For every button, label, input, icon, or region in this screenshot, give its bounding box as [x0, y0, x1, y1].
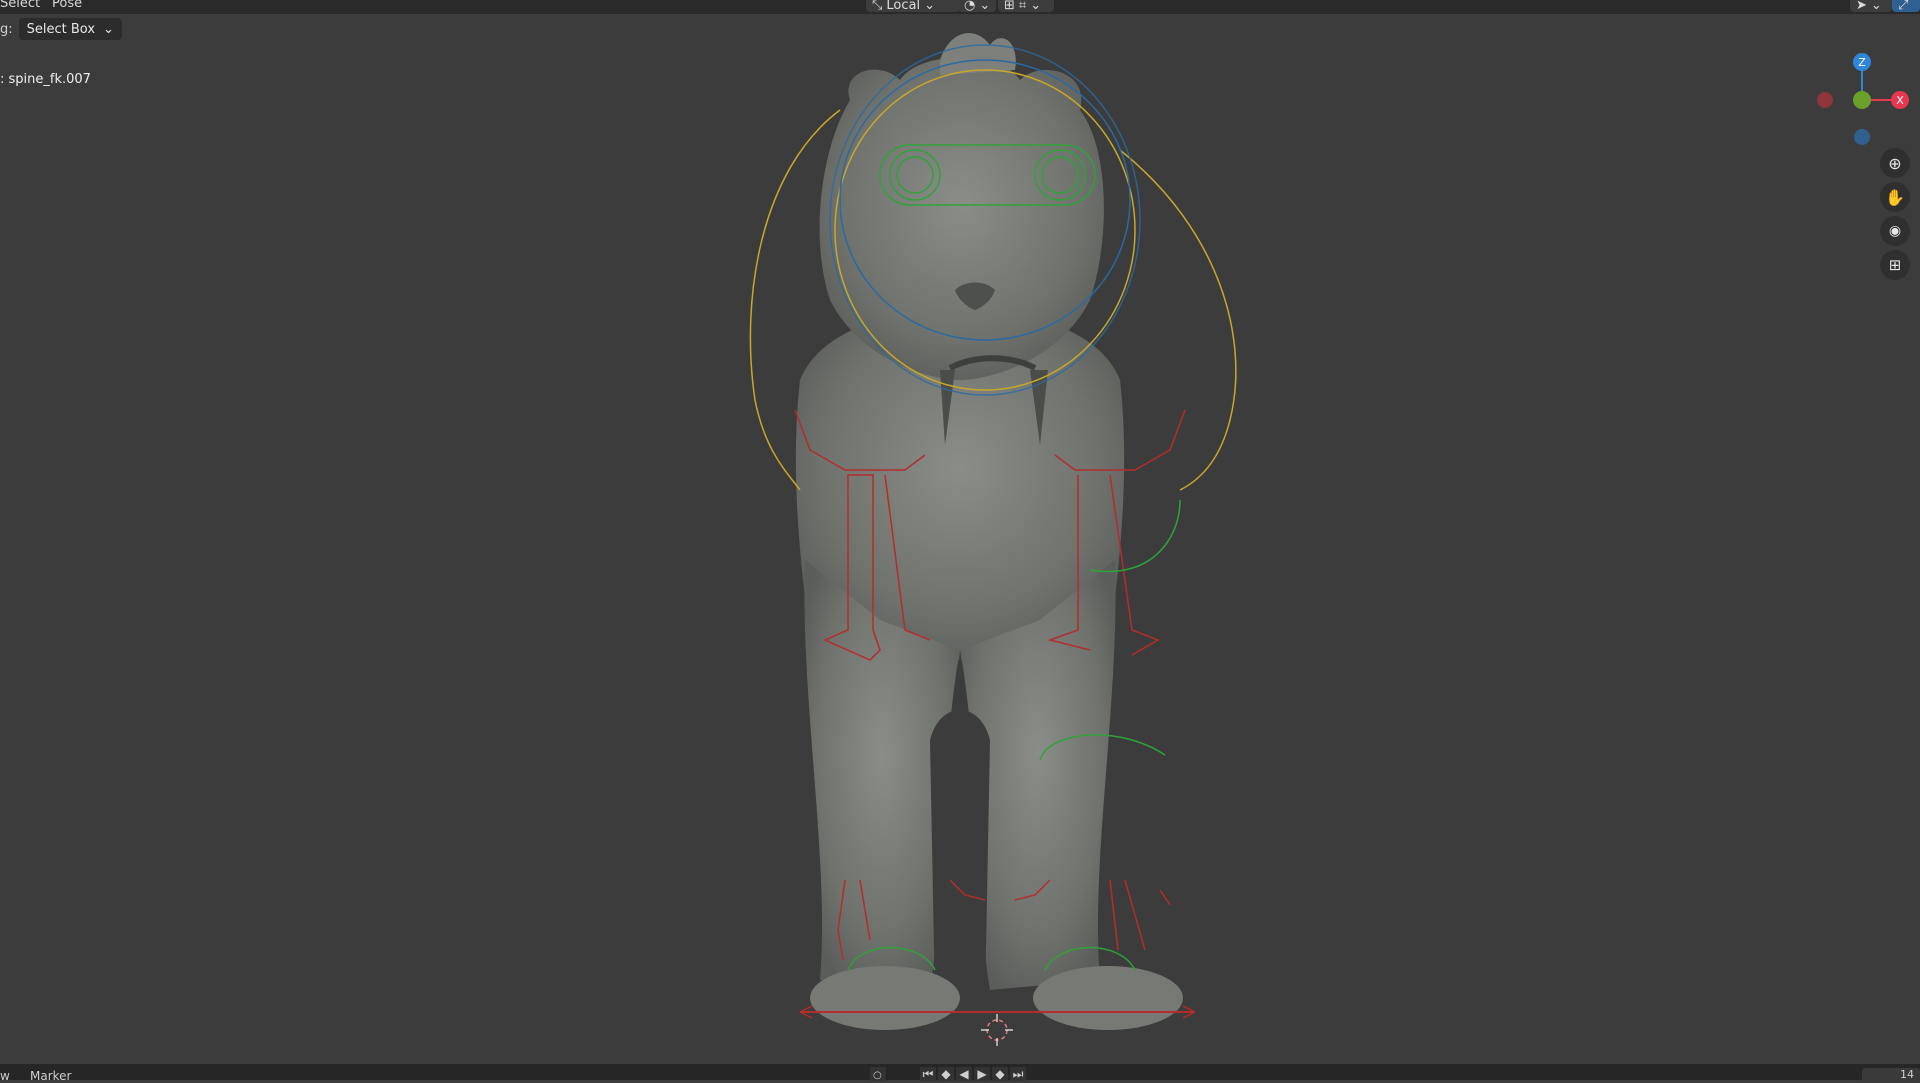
menu-marker[interactable]: Marker	[30, 1069, 71, 1083]
keying-button[interactable]: ○	[870, 1067, 886, 1081]
timeline-header: w Marker ○ ⏮ ◆ ◀ ▶ ◆ ⏭ 14	[0, 1064, 1920, 1083]
jump-end-icon: ⏭	[1010, 1067, 1026, 1081]
axis-x-label: X	[1896, 94, 1904, 107]
axis-neg-x-icon	[1817, 92, 1833, 108]
grid-icon: ⊞	[1888, 256, 1902, 274]
jump-start-button[interactable]: ⏮	[920, 1067, 936, 1081]
play-icon: ▶	[974, 1067, 990, 1081]
axis-z-label: Z	[1858, 56, 1866, 69]
prev-key-icon: ◆	[938, 1067, 954, 1081]
viewport-canvas[interactable]: Z X	[0, 0, 1920, 1060]
3d-cursor[interactable]	[981, 1014, 1013, 1046]
foot-r-bone	[1124, 879, 1146, 951]
menu-view[interactable]: w	[0, 1069, 10, 1083]
prev-key-button[interactable]: ◆	[938, 1067, 954, 1081]
pan-button[interactable]: ✋	[1880, 182, 1910, 212]
play-reverse-icon: ◀	[956, 1067, 972, 1081]
camera-view-button[interactable]: ◉	[1880, 216, 1910, 246]
playback-controls: ⏮ ◆ ◀ ▶ ◆ ⏭	[920, 1067, 1026, 1081]
zoom-icon: ⊕	[1888, 153, 1902, 173]
camera-icon: ◉	[1888, 223, 1902, 239]
play-reverse-button[interactable]: ◀	[956, 1067, 972, 1081]
next-key-button[interactable]: ◆	[992, 1067, 1008, 1081]
zoom-button[interactable]: ⊕	[1880, 148, 1910, 178]
navigation-gizmo[interactable]: Z X	[1817, 53, 1909, 145]
hand-pan-icon: ✋	[1885, 187, 1905, 207]
jump-end-button[interactable]: ⏭	[1010, 1067, 1026, 1081]
axis-neg-z-icon	[1854, 129, 1870, 145]
torso-ctrl-bone-r	[1119, 149, 1237, 491]
projection-toggle-button[interactable]: ⊞	[1880, 250, 1910, 280]
record-icon: ○	[873, 1070, 882, 1081]
foot-r-bone-2	[1109, 879, 1119, 951]
next-key-icon: ◆	[992, 1067, 1008, 1081]
jump-start-icon: ⏮	[920, 1067, 936, 1081]
axis-y-icon	[1853, 91, 1871, 109]
play-button[interactable]: ▶	[974, 1067, 990, 1081]
